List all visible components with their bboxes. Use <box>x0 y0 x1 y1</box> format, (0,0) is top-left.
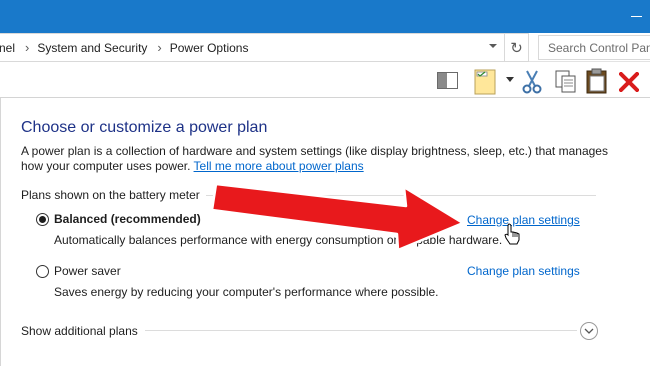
breadcrumb-power-options[interactable]: Power Options <box>170 41 249 55</box>
show-additional-plans-label[interactable]: Show additional plans <box>21 324 138 338</box>
power-saver-plan-description: Saves energy by reducing your computer's… <box>54 285 439 299</box>
additional-plans-divider <box>145 330 577 331</box>
balanced-plan-name[interactable]: Balanced (recommended) <box>54 212 201 226</box>
breadcrumb-separator-icon[interactable]: › <box>25 40 29 55</box>
learn-more-link[interactable]: Tell me more about power plans <box>194 159 364 173</box>
toolbar <box>0 63 650 98</box>
power-saver-change-plan-settings-link[interactable]: Change plan settings <box>467 264 580 278</box>
search-input[interactable]: Search Control Panel <box>538 35 650 60</box>
plans-group-label: Plans shown on the battery meter <box>21 188 206 202</box>
breadcrumb-control-panel[interactable]: nel <box>0 41 15 55</box>
copy-icon[interactable] <box>555 70 577 94</box>
page-title: Choose or customize a power plan <box>21 119 268 136</box>
paste-icon[interactable] <box>586 68 608 94</box>
notes-icon[interactable] <box>474 69 498 95</box>
chevron-down-icon <box>584 328 594 334</box>
preview-pane-icon[interactable] <box>437 72 458 89</box>
refresh-button[interactable]: ↻ <box>505 33 529 62</box>
window-title-bar <box>0 0 650 33</box>
expand-button[interactable] <box>580 322 598 340</box>
balanced-change-plan-settings-link[interactable]: Change plan settings <box>467 213 580 227</box>
power-saver-plan-name[interactable]: Power saver <box>54 264 121 278</box>
balanced-plan-radio[interactable] <box>36 213 49 226</box>
address-history-dropdown-icon[interactable] <box>489 44 497 48</box>
breadcrumb-system-and-security[interactable]: System and Security <box>37 41 147 55</box>
refresh-icon: ↻ <box>510 39 523 57</box>
minimize-icon[interactable] <box>631 16 642 17</box>
breadcrumb-separator-icon[interactable]: › <box>157 40 161 55</box>
power-saver-plan-radio[interactable] <box>36 265 49 278</box>
page-description: A power plan is a collection of hardware… <box>21 144 611 174</box>
notes-dropdown-icon[interactable] <box>506 77 514 82</box>
breadcrumb[interactable]: nel › System and Security › Power Option… <box>0 33 505 62</box>
delete-icon[interactable] <box>619 72 639 92</box>
hand-cursor-icon <box>504 223 522 250</box>
cut-icon[interactable] <box>521 70 543 94</box>
balanced-plan-description: Automatically balances performance with … <box>54 233 503 247</box>
